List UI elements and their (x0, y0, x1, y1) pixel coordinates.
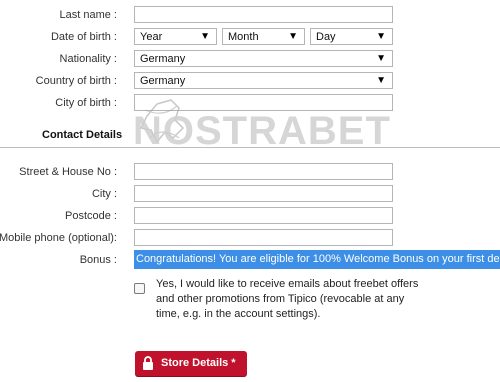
mobile-label: Mobile phone (optional): (0, 232, 117, 244)
city-of-birth-label: City of birth : (55, 97, 117, 109)
last-name-label: Last name : (59, 9, 117, 21)
birth-year-select[interactable]: Year ▼ (134, 28, 217, 45)
chevron-down-icon: ▼ (200, 31, 210, 42)
street-input[interactable] (134, 163, 393, 180)
last-name-input[interactable] (134, 6, 393, 23)
postcode-row: Postcode : (0, 207, 500, 227)
city-of-birth-row: City of birth : (0, 94, 500, 114)
chevron-down-icon: ▼ (376, 31, 386, 42)
date-of-birth-label: Date of birth : (50, 31, 117, 43)
country-of-birth-row: Country of birth : Germany ▼ (0, 72, 500, 92)
mobile-row: Mobile phone (optional): (0, 229, 500, 249)
city-of-birth-input[interactable] (134, 94, 393, 111)
mobile-input[interactable] (134, 229, 393, 246)
section-divider (0, 147, 500, 148)
nationality-value: Germany (140, 53, 186, 65)
country-of-birth-value: Germany (140, 75, 186, 87)
birth-day-select[interactable]: Day ▼ (310, 28, 393, 45)
lock-icon (143, 356, 153, 370)
newsletter-checkbox[interactable] (134, 283, 145, 294)
city-row: City : (0, 185, 500, 205)
nationality-select[interactable]: Germany ▼ (134, 50, 393, 67)
store-details-button[interactable]: Store Details * (135, 351, 247, 376)
birth-year-value: Year (140, 31, 163, 43)
newsletter-consent-text: Yes, I would like to receive emails abou… (156, 278, 419, 320)
date-of-birth-row: Date of birth : Year ▼ Month ▼ Day ▼ (0, 28, 500, 48)
last-name-row: Last name : (0, 6, 500, 26)
store-details-label: Store Details * (161, 357, 236, 369)
bonus-label: Bonus : (79, 254, 117, 266)
chevron-down-icon: ▼ (288, 31, 298, 42)
postcode-label: Postcode : (65, 210, 117, 222)
chevron-down-icon: ▼ (376, 75, 386, 86)
chevron-down-icon: ▼ (376, 53, 386, 64)
country-of-birth-select[interactable]: Germany ▼ (134, 72, 393, 89)
country-of-birth-label: Country of birth : (35, 75, 117, 87)
nationality-row: Nationality : Germany ▼ (0, 50, 500, 70)
street-row: Street & House No : (0, 163, 500, 183)
bonus-banner: Congratulations! You are eligible for 10… (134, 250, 500, 269)
street-label: Street & House No : (19, 166, 117, 178)
nationality-label: Nationality : (59, 53, 117, 65)
city-input[interactable] (134, 185, 393, 202)
birth-month-select[interactable]: Month ▼ (222, 28, 305, 45)
postcode-input[interactable] (134, 207, 393, 224)
city-label: City : (91, 188, 117, 200)
birth-month-value: Month (228, 31, 259, 43)
birth-day-value: Day (316, 31, 336, 43)
contact-details-title: Contact Details (42, 129, 123, 141)
